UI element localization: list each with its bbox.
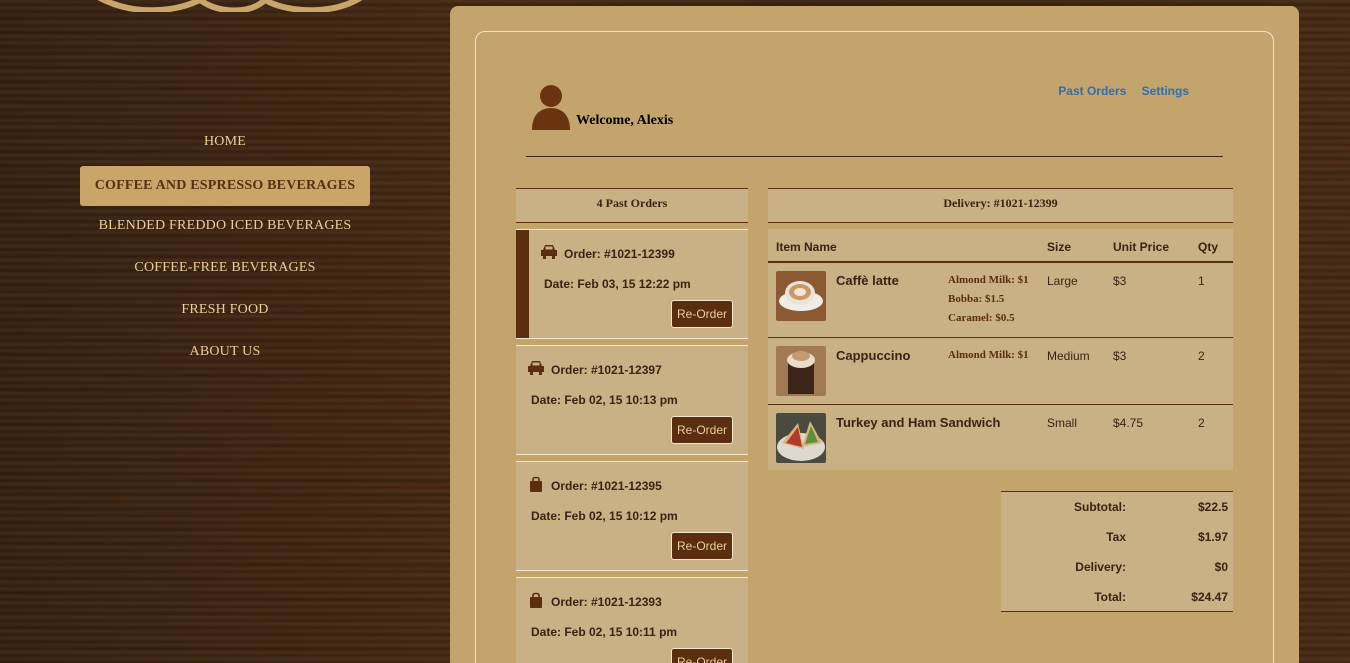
item-qty: 2 [1198,349,1205,363]
delivery-value: $0 [1214,560,1228,574]
items-table-header: Item Name Size Unit Price Qty [768,229,1233,263]
reorder-button[interactable]: Re-Order [671,648,733,663]
main-nav: HOME COFFEE AND ESPRESSO BEVERAGES BLEND… [80,124,370,376]
item-name: Turkey and Ham Sandwich [836,415,1001,430]
order-card[interactable]: Order: #1021-12397 Date: Feb 02, 15 10:1… [516,345,748,455]
item-size: Large [1047,274,1078,288]
subtotal-value: $22.5 [1197,500,1228,514]
addon: Almond Milk: $1 [948,349,1029,361]
col-item-name: Item Name [776,240,837,254]
past-orders-link[interactable]: Past Orders [1058,84,1126,98]
nav-about-us[interactable]: ABOUT US [80,334,370,374]
item-price: $3 [1113,274,1127,288]
table-row: Cappuccino Almond Milk: $1 Medium $3 2 [768,338,1233,405]
table-row: Caffè latte Almond Milk: $1 Bobba: $1.5 … [768,263,1233,338]
car-icon [541,245,557,259]
delivery-title: Delivery: #1021-12399 [768,188,1233,223]
item-price: $4.75 [1113,416,1144,430]
car-icon [528,361,544,375]
bag-icon [530,592,542,608]
item-size: Small [1047,416,1078,430]
order-card[interactable]: Order: #1021-12393 Date: Feb 02, 15 10:1… [516,577,748,663]
welcome-message: Welcome, Alexis [576,113,674,128]
past-orders-list: 4 Past Orders Order: #1021-12399 Date: F… [516,188,748,663]
account-panel-inner: Welcome, Alexis Past Orders Settings 4 P… [475,31,1274,663]
cappuccino-image [776,346,826,396]
col-qty: Qty [1198,240,1219,254]
subtotal-label: Subtotal: [1074,500,1126,514]
item-qty: 2 [1198,416,1205,430]
items-table: Item Name Size Unit Price Qty Caffè latt… [768,229,1233,470]
table-row: Turkey and Ham Sandwich Small $4.75 2 [768,405,1233,470]
addon: Almond Milk: $1 [948,274,1029,286]
addon: Caramel: $0.5 [948,312,1015,324]
caffe-latte-image [776,271,826,321]
item-name: Caffè latte [836,273,899,288]
order-card[interactable]: Order: #1021-12399 Date: Feb 03, 15 12:2… [516,229,748,339]
delivery-label: Delivery: [1075,560,1126,574]
account-panel: Welcome, Alexis Past Orders Settings 4 P… [450,6,1299,663]
total-label: Total: [1094,590,1126,604]
total-value: $24.47 [1191,590,1228,604]
order-date: Date: Feb 02, 15 10:11 pm [531,625,678,639]
reorder-button[interactable]: Re-Order [671,532,733,560]
order-id: Order: #1021-12397 [551,363,662,377]
header-divider [526,156,1223,157]
item-addons: Almond Milk: $1 [948,346,1029,365]
item-name: Cappuccino [836,348,911,363]
subtotal-row: Subtotal: $22.5 [1001,492,1233,522]
tax-row: Tax $1.97 [1001,522,1233,552]
order-totals: Subtotal: $22.5 Tax $1.97 Delivery: $0 T… [1001,491,1233,612]
tax-label: Tax [1106,530,1126,544]
item-qty: 1 [1198,274,1205,288]
order-card[interactable]: Order: #1021-12395 Date: Feb 02, 15 10:1… [516,461,748,571]
settings-link[interactable]: Settings [1142,84,1189,98]
reorder-button[interactable]: Re-Order [671,300,733,328]
delivery-row: Delivery: $0 [1001,552,1233,582]
nav-coffee-espresso[interactable]: COFFEE AND ESPRESSO BEVERAGES [80,166,370,206]
bag-icon [530,476,542,492]
order-id: Order: #1021-12393 [551,595,662,609]
past-orders-title: 4 Past Orders [516,188,748,223]
tax-value: $1.97 [1197,530,1228,544]
order-date: Date: Feb 03, 15 12:22 pm [544,277,691,291]
col-unit-price: Unit Price [1113,240,1170,254]
order-id: Order: #1021-12399 [564,247,675,261]
nav-coffee-free[interactable]: COFFEE-FREE BEVERAGES [80,250,370,290]
col-size: Size [1047,240,1072,254]
order-date: Date: Feb 02, 15 10:12 pm [531,509,678,523]
account-links: Past Orders Settings [1046,84,1189,98]
sandwich-image [776,413,826,463]
order-date: Date: Feb 02, 15 10:13 pm [531,393,678,407]
total-row: Total: $24.47 [1001,582,1233,612]
nav-home[interactable]: HOME [80,124,370,164]
nav-blended-freddo[interactable]: BLENDED FREDDO ICED BEVERAGES [80,208,370,248]
delivery-detail: Delivery: #1021-12399 Item Name Size Uni… [768,188,1233,470]
item-size: Medium [1047,349,1090,363]
brand-logo [97,0,363,12]
item-price: $3 [1113,349,1127,363]
user-icon [532,85,570,130]
addon: Bobba: $1.5 [948,293,1005,305]
order-id: Order: #1021-12395 [551,479,662,493]
item-addons: Almond Milk: $1 Bobba: $1.5 Caramel: $0.… [948,271,1029,328]
nav-fresh-food[interactable]: FRESH FOOD [80,292,370,332]
reorder-button[interactable]: Re-Order [671,416,733,444]
